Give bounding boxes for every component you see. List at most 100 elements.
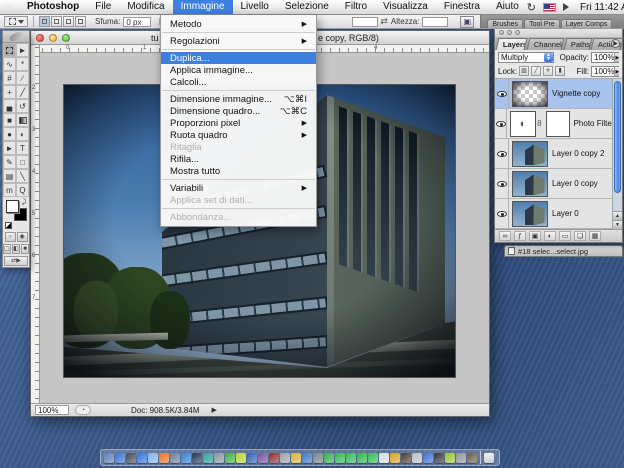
- layer-name[interactable]: Photo Filte...: [574, 119, 612, 128]
- dock-icon-22[interactable]: [335, 453, 345, 463]
- delete-layer-icon[interactable]: ▦: [589, 231, 601, 241]
- history-brush-tool[interactable]: ↺: [16, 99, 29, 113]
- foreground-color-swatch[interactable]: [6, 200, 19, 213]
- menu-file[interactable]: File: [87, 0, 119, 14]
- menu-item-metodo[interactable]: Metodo▶: [161, 18, 316, 30]
- close-button[interactable]: [36, 34, 44, 42]
- path-selection-tool[interactable]: ►: [3, 141, 16, 155]
- menu-selezione[interactable]: Selezione: [277, 0, 337, 14]
- volume-icon[interactable]: [563, 3, 573, 11]
- menu-item-ruota-quadro[interactable]: Ruota quadro▶: [161, 129, 316, 141]
- menu-item-duplica-[interactable]: Duplica...: [161, 52, 316, 64]
- menu-item-variabili[interactable]: Variabili▶: [161, 182, 316, 194]
- layers-scrollbar[interactable]: ▲ ▼: [612, 79, 622, 229]
- menu-item-regolazioni[interactable]: Regolazioni▶: [161, 35, 316, 47]
- visibility-toggle[interactable]: [495, 199, 509, 228]
- fullscreen-menubar-mode-button[interactable]: ◧: [12, 244, 20, 254]
- intersect-selection-mode-button[interactable]: [75, 16, 86, 27]
- layer-thumbnail[interactable]: [512, 81, 548, 107]
- dock-icon-25[interactable]: [368, 453, 378, 463]
- status-menu-arrow[interactable]: ▶: [211, 406, 216, 414]
- menu-item-proporzioni-pixel[interactable]: Proporzioni pixel▶: [161, 117, 316, 129]
- dock-icon-21[interactable]: [324, 453, 334, 463]
- visibility-toggle[interactable]: [495, 79, 509, 108]
- pen-tool[interactable]: ✎: [3, 155, 16, 169]
- palette-menu-button[interactable]: ▶: [611, 39, 620, 48]
- dock-icon-10[interactable]: [203, 453, 213, 463]
- dock-icon-18[interactable]: [291, 453, 301, 463]
- layer-mask-thumbnail[interactable]: [546, 111, 570, 137]
- lasso-tool[interactable]: ∿: [3, 57, 16, 71]
- input-language-flag-icon[interactable]: [543, 3, 556, 12]
- dock-icon-3[interactable]: [126, 453, 136, 463]
- dock-icon-13[interactable]: [236, 453, 246, 463]
- layer-name[interactable]: Layer 0 copy: [552, 179, 598, 188]
- dock-icon-20[interactable]: [313, 453, 323, 463]
- layer-row-layer0-copy[interactable]: Layer 0 copy: [495, 169, 622, 199]
- adjustment-layer-thumbnail[interactable]: [510, 111, 536, 137]
- quick-mask-mode-button[interactable]: ◉: [17, 232, 28, 242]
- dock-icon-33[interactable]: [456, 453, 466, 463]
- standard-screen-mode-button[interactable]: ▢: [3, 244, 11, 254]
- menu-item-dimensione-immagine-[interactable]: Dimensione immagine...⌥⌘I: [161, 93, 316, 105]
- gradient-tool[interactable]: [16, 113, 29, 127]
- scroll-down-arrow[interactable]: ▼: [613, 220, 622, 229]
- rectangular-marquee-tool[interactable]: [3, 43, 16, 57]
- swap-colors-icon[interactable]: ⤸: [22, 199, 26, 207]
- tool-preset-picker[interactable]: [4, 16, 28, 27]
- dock-icon-15[interactable]: [258, 453, 268, 463]
- tab-layers[interactable]: Layers: [496, 38, 528, 50]
- crop-tool[interactable]: #: [3, 71, 16, 85]
- swap-dimensions-icon[interactable]: ⇄: [380, 16, 388, 27]
- opacity-field[interactable]: 100%▶: [591, 52, 619, 63]
- magic-wand-tool[interactable]: *: [16, 57, 29, 71]
- menu-item-applica-immagine-[interactable]: Applica immagine...: [161, 64, 316, 76]
- palette-window-buttons[interactable]: [495, 29, 622, 37]
- dock-icon-29[interactable]: [412, 453, 422, 463]
- healing-brush-tool[interactable]: +: [3, 85, 16, 99]
- collapsed-window-titlebar[interactable]: #18 selec...select.jpg: [504, 245, 623, 257]
- menu-finestra[interactable]: Finestra: [436, 0, 488, 14]
- blur-tool[interactable]: ●: [3, 127, 16, 141]
- dock-icon-5[interactable]: [148, 453, 158, 463]
- menu-livello[interactable]: Livello: [233, 0, 277, 14]
- sync-icon[interactable]: ↻: [527, 1, 536, 14]
- notes-tool[interactable]: ▤: [3, 169, 16, 183]
- layer-row-layer0[interactable]: Layer 0: [495, 199, 622, 229]
- dock-icon-4[interactable]: [137, 453, 147, 463]
- tab-channels[interactable]: Channels: [527, 38, 565, 50]
- dock-icon-34[interactable]: [467, 453, 477, 463]
- layer-mask-icon[interactable]: ▣: [529, 231, 541, 241]
- toolbox-header[interactable]: [3, 31, 29, 43]
- menu-item-mostra-tutto[interactable]: Mostra tutto: [161, 165, 316, 177]
- type-tool[interactable]: T: [16, 141, 29, 155]
- dock-icon-6[interactable]: [159, 453, 169, 463]
- edit-in-imageready-button[interactable]: ⇄▶: [4, 256, 28, 266]
- menu-immagine[interactable]: Immagine: [173, 0, 233, 14]
- dock-icon-1[interactable]: [104, 453, 114, 463]
- new-selection-mode-button[interactable]: [39, 16, 50, 27]
- feather-input[interactable]: 0 px: [123, 17, 151, 27]
- menu-item-rifila-[interactable]: Rifila...: [161, 153, 316, 165]
- palette-well-tab-brushes[interactable]: Brushes: [487, 19, 523, 28]
- layer-thumbnail[interactable]: [512, 201, 548, 227]
- dock-icon-14[interactable]: [247, 453, 257, 463]
- menu-item-calcoli-[interactable]: Calcoli...: [161, 76, 316, 88]
- visibility-toggle[interactable]: [495, 139, 509, 168]
- menu-filtro[interactable]: Filtro: [337, 0, 375, 14]
- subtract-selection-mode-button[interactable]: [63, 16, 74, 27]
- default-colors-icon[interactable]: [5, 222, 12, 229]
- dock-icon-31[interactable]: [434, 453, 444, 463]
- scroll-up-arrow[interactable]: ▲: [613, 211, 622, 220]
- dock-icon-8[interactable]: [181, 453, 191, 463]
- tab-paths[interactable]: Paths: [563, 38, 592, 50]
- status-icon[interactable]: ◔: [75, 405, 91, 415]
- clone-stamp-tool[interactable]: ▄: [3, 99, 16, 113]
- height-input[interactable]: [422, 17, 448, 27]
- blend-mode-select[interactable]: Multiply▲▼: [498, 52, 554, 63]
- fullscreen-mode-button[interactable]: ■: [21, 244, 29, 254]
- new-layer-icon[interactable]: ❏: [574, 231, 586, 241]
- scrollbar-thumb[interactable]: [614, 81, 621, 193]
- trash-icon[interactable]: [484, 453, 494, 463]
- layer-row-layer0-copy2[interactable]: Layer 0 copy 2: [495, 139, 622, 169]
